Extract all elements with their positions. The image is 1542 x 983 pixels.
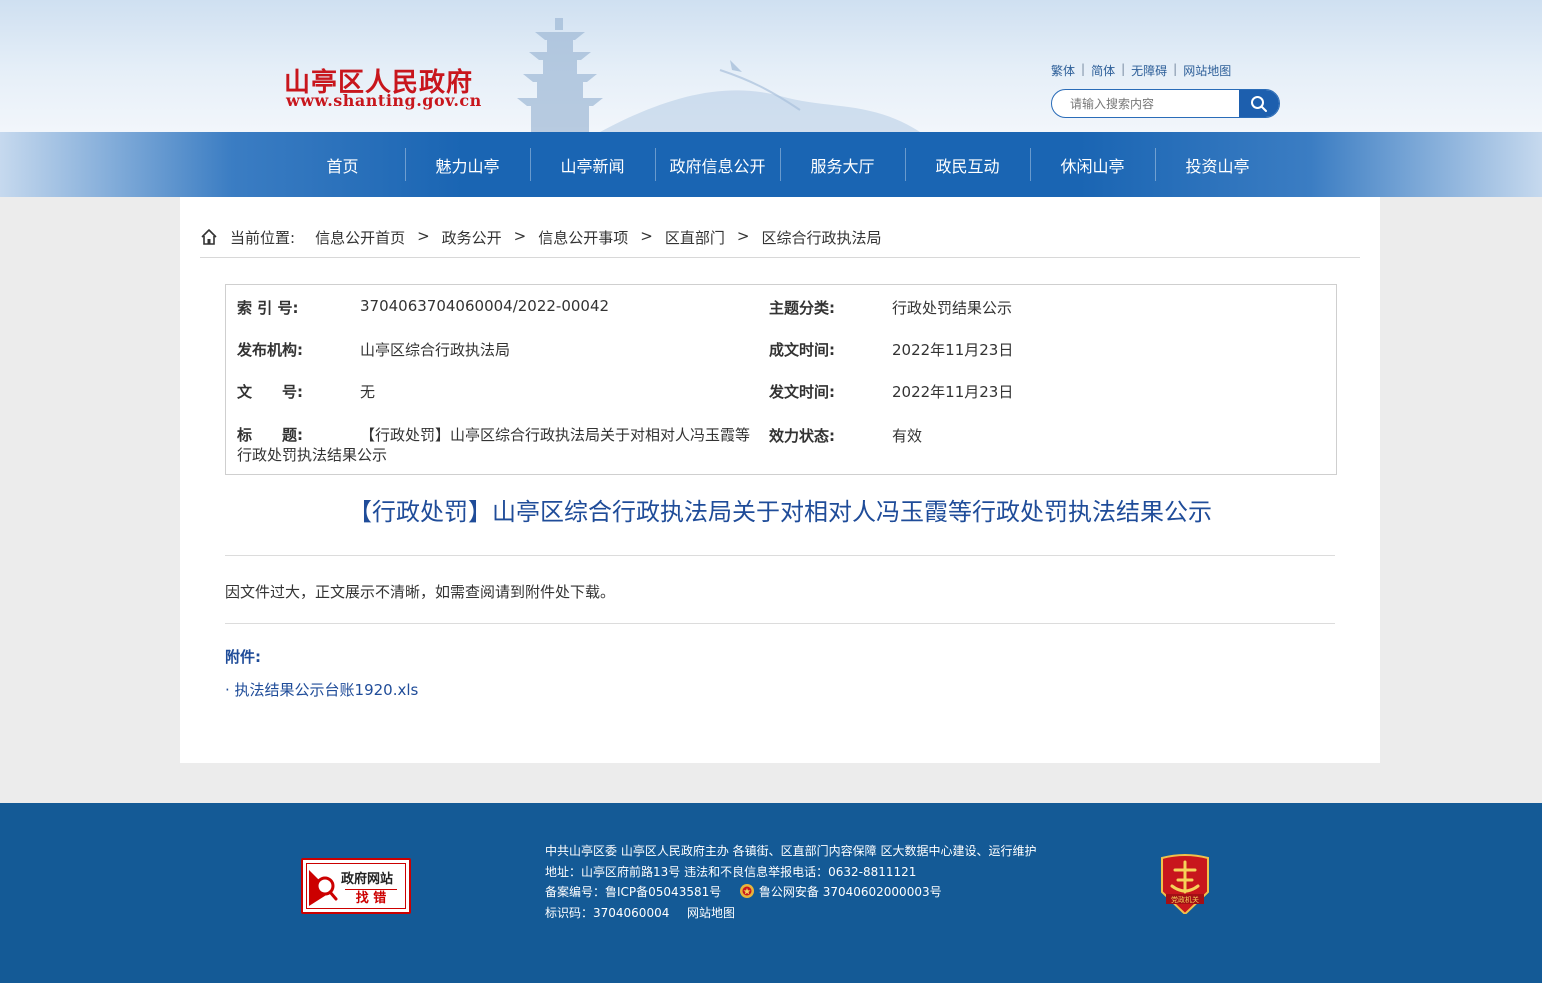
footer-line-registration: 备案编号：鲁ICP备05043581号 鲁公网安备 37040602000003… — [545, 882, 1036, 903]
party-gov-org-badge[interactable]: 党政机关 — [1158, 852, 1212, 916]
link-sitemap[interactable]: 网站地图 — [1183, 62, 1231, 79]
police-record-link[interactable]: 鲁公网安备 37040602000003号 — [759, 885, 942, 899]
id-code: 标识码：3704060004 — [545, 905, 670, 920]
meta-docno-label: 文 号: — [237, 383, 303, 401]
meta-status-value: 有效 — [892, 427, 923, 445]
separator: | — [1173, 62, 1178, 76]
attachments-label: 附件: — [225, 648, 261, 666]
nav-item-service[interactable]: 服务大厅 — [780, 132, 905, 197]
footer-sitemap-link[interactable]: 网站地图 — [687, 906, 735, 920]
main-nav: 首页 魅力山亭 山亭新闻 政府信息公开 服务大厅 政民互动 休闲山亭 投资山亭 — [0, 132, 1542, 197]
meta-issued-value: 2022年11月23日 — [892, 383, 1014, 401]
meta-index-value: 3704063704060004/2022-00042 — [360, 297, 610, 315]
meta-title-label: 标 题: — [237, 426, 303, 444]
home-icon — [201, 229, 217, 245]
article-title: 【行政处罚】山亭区综合行政执法局关于对相对人冯玉霞等行政处罚执法结果公示 — [348, 498, 1212, 526]
nav-item-charm[interactable]: 魅力山亭 — [405, 132, 530, 197]
link-traditional[interactable]: 繁体 — [1051, 62, 1075, 79]
icp-link[interactable]: 备案编号：鲁ICP备05043581号 — [545, 885, 721, 899]
top-links: 繁体 | 简体 | 无障碍 | 网站地图 — [1051, 62, 1231, 79]
site-footer: 政府网站 找 错 中共山亭区委 山亭区人民政府主办 各镇街、区直部门内容保障 区… — [0, 803, 1542, 983]
attachment-link[interactable]: · 执法结果公示台账1920.xls — [225, 679, 418, 700]
search-input[interactable] — [1052, 90, 1242, 117]
divider — [225, 555, 1335, 556]
link-accessibility[interactable]: 无障碍 — [1131, 62, 1167, 79]
meta-topic-value: 行政处罚结果公示 — [892, 299, 1013, 317]
police-emblem-icon — [740, 884, 755, 898]
breadcrumb-gov-affairs[interactable]: 政务公开 — [442, 227, 502, 248]
breadcrumb-separator: > — [513, 227, 527, 245]
magnifier-icon — [309, 870, 338, 906]
meta-issued-label: 发文时间: — [769, 383, 835, 401]
breadcrumb: 当前位置: 信息公开首页 > 政务公开 > 信息公开事项 > 区直部门 > 区综… — [200, 227, 1360, 258]
badge-text-top: 政府网站 — [341, 872, 394, 887]
nav-item-interaction[interactable]: 政民互动 — [905, 132, 1030, 197]
site-header: 山亭区人民政府 www.shanting.gov.cn 繁体 | 简体 | 无障… — [0, 0, 1542, 132]
main-content: 当前位置: 信息公开首页 > 政务公开 > 信息公开事项 > 区直部门 > 区综… — [180, 197, 1380, 763]
nav-item-invest[interactable]: 投资山亭 — [1155, 132, 1280, 197]
search-box — [1051, 89, 1280, 118]
breadcrumb-enforcement-bureau[interactable]: 区综合行政执法局 — [761, 227, 881, 248]
nav-item-news[interactable]: 山亭新闻 — [530, 132, 655, 197]
article-body: 因文件过大，正文展示不清晰，如需查阅请到附件处下载。 — [225, 583, 616, 601]
link-simplified[interactable]: 简体 — [1091, 62, 1115, 79]
meta-publisher-label: 发布机构: — [237, 341, 303, 359]
party-gov-org-emblem: 党政机关 — [1161, 854, 1209, 916]
separator: | — [1081, 62, 1086, 76]
breadcrumb-departments[interactable]: 区直部门 — [665, 227, 725, 248]
document-meta-table: 索 引 号: 3704063704060004/2022-00042 主题分类:… — [225, 284, 1337, 475]
nav-item-leisure[interactable]: 休闲山亭 — [1030, 132, 1155, 197]
divider — [225, 623, 1335, 624]
search-button[interactable] — [1239, 90, 1279, 117]
meta-index-label: 索 引 号: — [237, 299, 299, 317]
breadcrumb-info-items[interactable]: 信息公开事项 — [538, 227, 628, 248]
party-badge-text: 党政机关 — [1171, 895, 1199, 904]
pagoda-illustration — [517, 18, 603, 132]
breadcrumb-separator: > — [417, 227, 430, 245]
meta-title: 标 题: 【行政处罚】山亭区综合行政执法局关于对相对人冯玉霞等行政处罚执法结果公示 — [237, 425, 757, 465]
meta-created-label: 成文时间: — [769, 341, 835, 359]
nav-item-home[interactable]: 首页 — [280, 132, 405, 197]
footer-line-sponsor: 中共山亭区委 山亭区人民政府主办 各镇街、区直部门内容保障 区大数据中心建设、运… — [545, 844, 1037, 858]
meta-docno-value: 无 — [360, 383, 376, 401]
separator: | — [1121, 62, 1126, 76]
mountain-illustration — [600, 60, 920, 132]
nav-item-gov-info[interactable]: 政府信息公开 — [655, 132, 780, 197]
search-icon — [1251, 95, 1267, 112]
meta-topic-label: 主题分类: — [769, 299, 835, 317]
breadcrumb-label: 当前位置: — [230, 229, 296, 247]
footer-line-address: 地址：山亭区府前路13号 违法和不良信息举报电话：0632-8811121 — [545, 864, 917, 879]
gov-site-error-report-badge[interactable]: 政府网站 找 错 — [301, 858, 411, 914]
meta-status-label: 效力状态: — [769, 427, 835, 445]
breadcrumb-info-home[interactable]: 信息公开首页 — [315, 227, 405, 248]
badge-text-bottom: 找 错 — [345, 889, 397, 907]
site-url[interactable]: www.shanting.gov.cn — [286, 91, 482, 110]
footer-line-id: 标识码：3704060004 网站地图 — [545, 903, 1036, 924]
footer-info: 中共山亭区委 山亭区人民政府主办 各镇街、区直部门内容保障 区大数据中心建设、运… — [545, 841, 1036, 923]
breadcrumb-separator: > — [736, 227, 750, 245]
meta-created-value: 2022年11月23日 — [892, 341, 1014, 359]
breadcrumb-separator: > — [640, 227, 653, 245]
meta-publisher-value: 山亭区综合行政执法局 — [360, 341, 511, 359]
